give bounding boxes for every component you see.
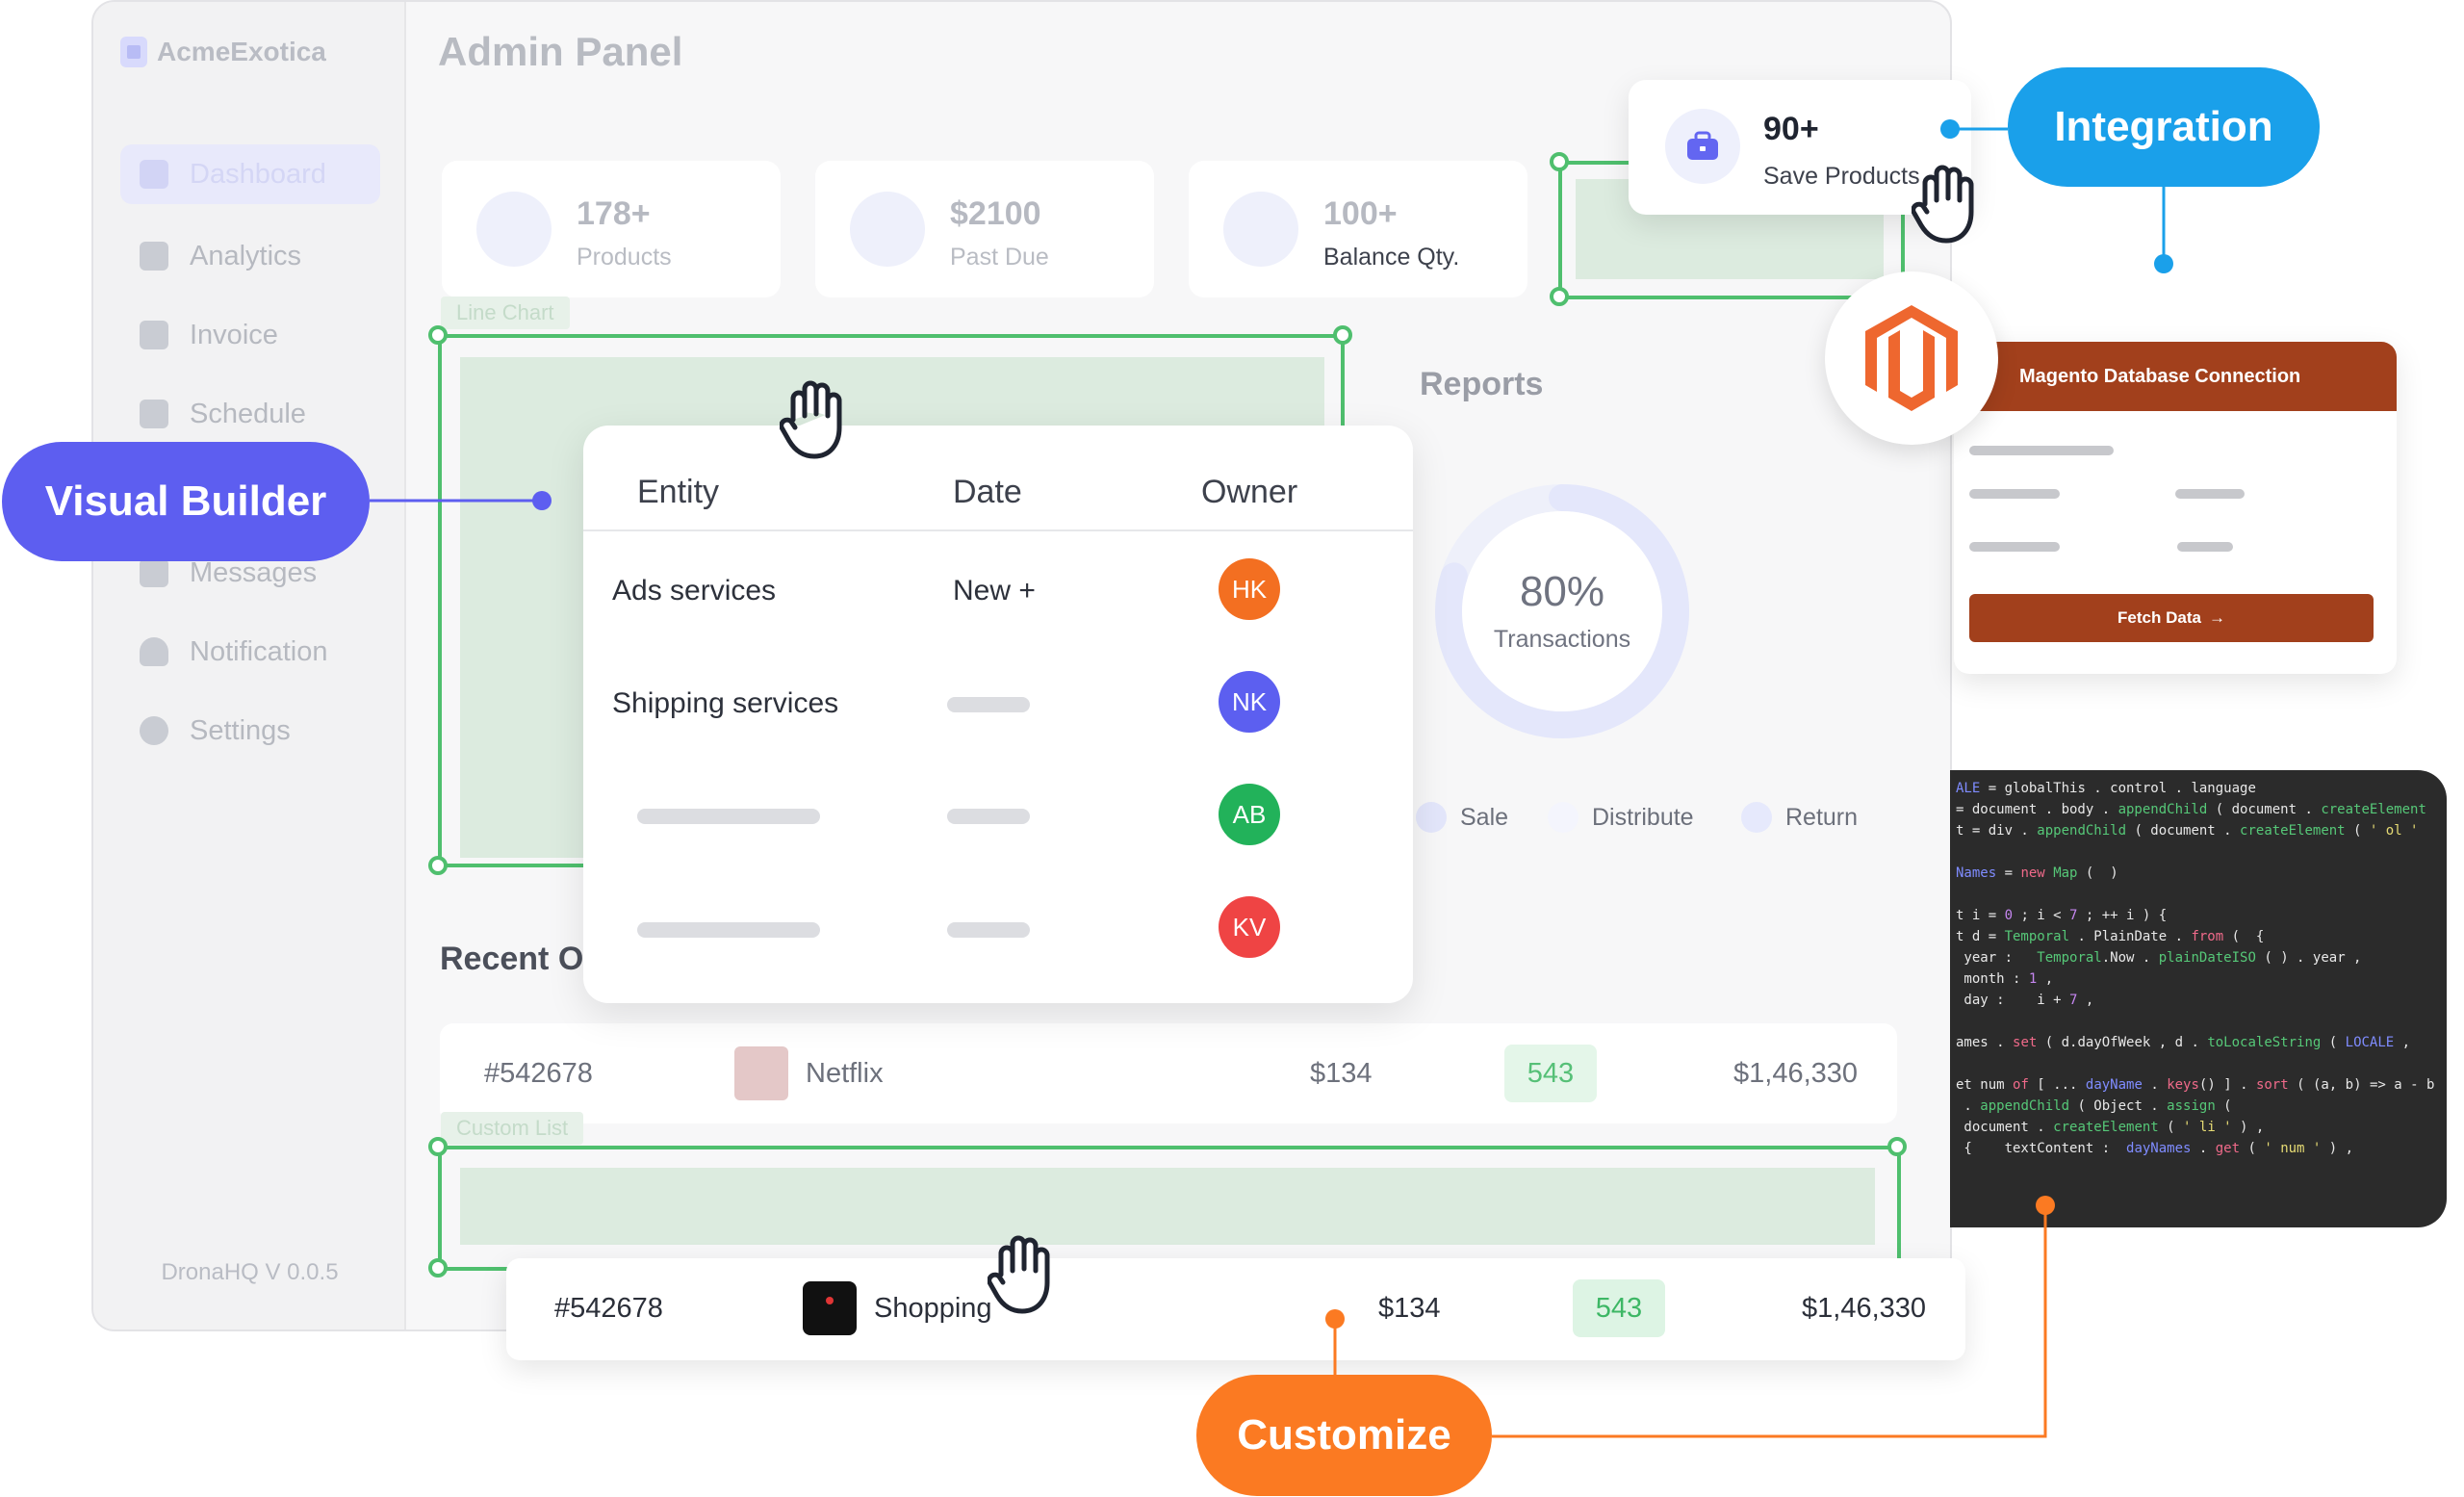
visual-builder-label: Visual Builder bbox=[2, 442, 370, 561]
customize-label: Customize bbox=[1196, 1375, 1492, 1496]
callout-connectors bbox=[370, 119, 2173, 1438]
integration-label: Integration bbox=[2008, 67, 2320, 187]
